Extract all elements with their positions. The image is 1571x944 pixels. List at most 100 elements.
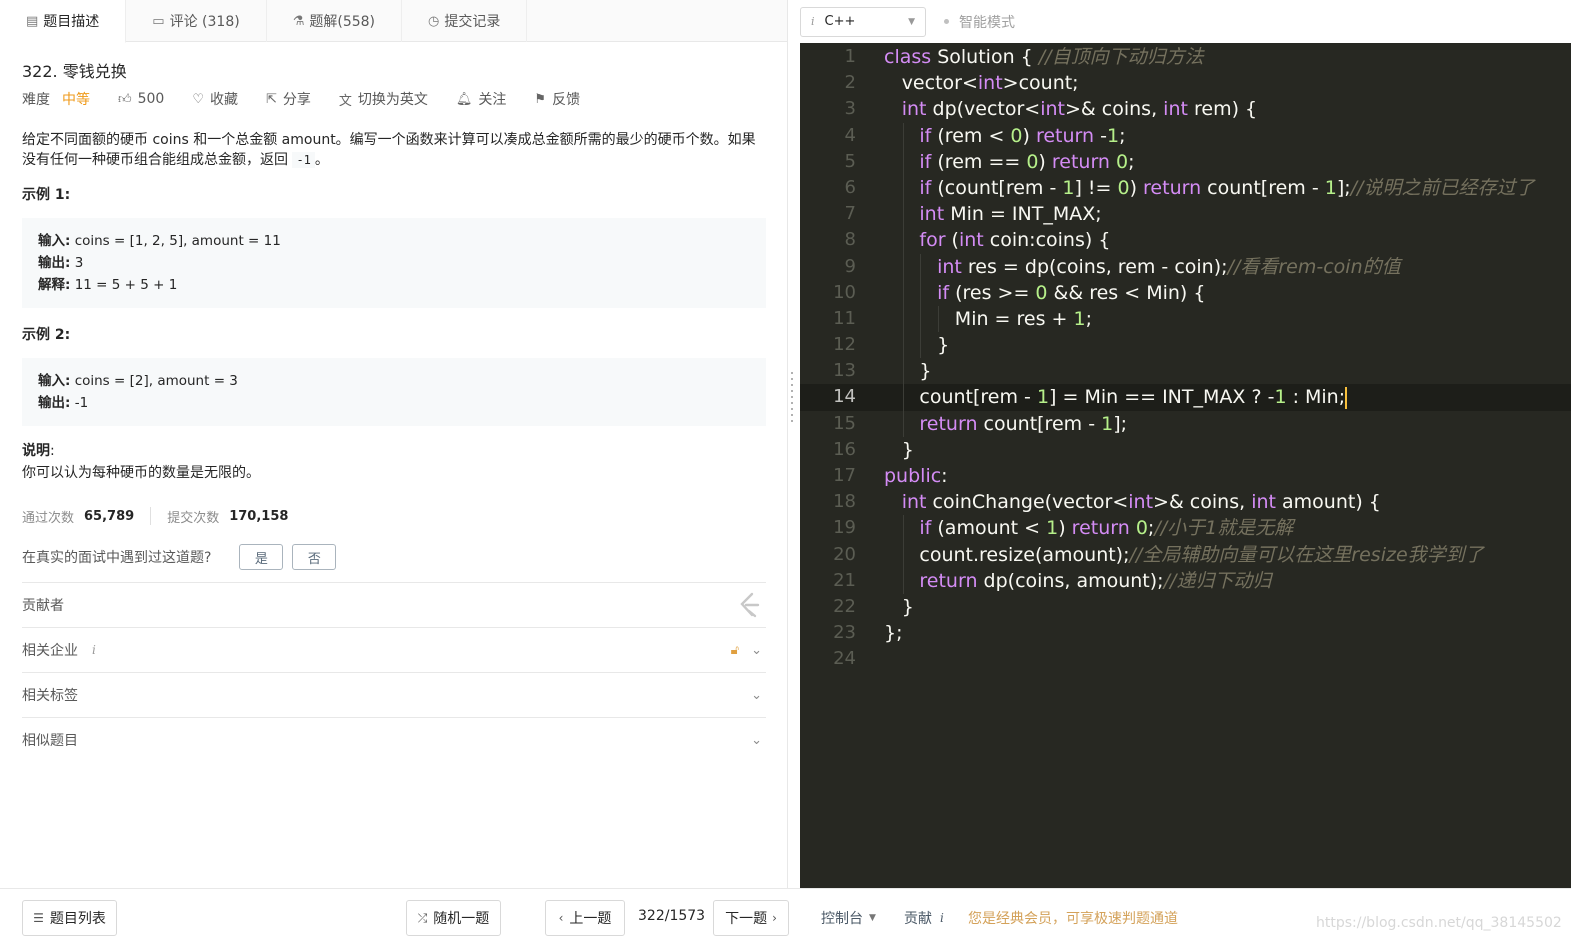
code-text: if (rem < 0) return -1; xyxy=(919,123,1125,149)
code-line[interactable]: 11 Min = res + 1; xyxy=(800,305,1571,333)
code-line[interactable]: 1 class Solution { //自顶向下动归方法 xyxy=(800,44,1571,70)
code-text: int res = dp(coins, rem - coin);//看看rem-… xyxy=(937,254,1401,280)
indent-guide xyxy=(902,201,904,228)
problem-index: 322/1573 xyxy=(638,908,706,924)
problem-list-button[interactable]: ☰ 题目列表 xyxy=(22,900,117,936)
code-line[interactable]: 14 count[rem - 1] = Min == INT_MAX ? -1 :… xyxy=(800,384,1571,411)
code-text: if (rem == 0) return 0; xyxy=(919,149,1134,175)
note-text: 你可以认为每种硬币的数量是无限的。 xyxy=(22,465,260,481)
line-number: 21 xyxy=(833,569,856,591)
code-token: int xyxy=(901,98,927,121)
prev-problem-button[interactable]: ‹ 上一题 xyxy=(545,900,625,936)
code-token: (rem == xyxy=(931,150,1027,173)
example-output: -1 xyxy=(70,395,89,411)
code-line[interactable]: 4 if (rem < 0) return -1; xyxy=(800,122,1571,149)
interview-seen-prompt: 在真实的面试中遇到过这道题? 是 否 xyxy=(22,544,765,570)
pane-resize-handle[interactable] xyxy=(791,372,794,422)
code-line[interactable]: 22} xyxy=(800,594,1571,620)
smart-mode-toggle[interactable]: 智能模式 xyxy=(944,12,1015,32)
feedback-button[interactable]: ⚑ 反馈 xyxy=(534,89,580,109)
leetcode-logo-icon xyxy=(736,591,766,619)
code-line[interactable]: 15 return count[rem - 1]; xyxy=(800,410,1571,437)
code-token: int xyxy=(1040,98,1066,121)
submitted-count: 170,158 xyxy=(229,508,289,524)
code-line[interactable]: 18 int coinChange(vector<int>& coins, int… xyxy=(800,489,1571,515)
code-token: if xyxy=(937,281,950,304)
switch-language-button[interactable]: 文 切换为英文 xyxy=(339,89,428,109)
code-line[interactable]: 20 count.resize(amount);//全局辅助向量可以在这里resi… xyxy=(800,541,1571,568)
example-explain: 11 = 5 + 5 + 1 xyxy=(70,277,178,293)
code-text: vector<int>count; xyxy=(902,70,1079,96)
line-number: 15 xyxy=(833,412,856,434)
code-token: int xyxy=(977,72,1003,95)
contributors-section[interactable]: 贡献者 xyxy=(22,582,766,627)
code-token: dp(coins, amount); xyxy=(977,569,1164,592)
input-label: 输入: xyxy=(38,233,71,249)
example-input: coins = [2], amount = 3 xyxy=(70,373,238,389)
code-line[interactable]: 23}; xyxy=(800,620,1571,646)
indent-guide xyxy=(902,122,904,149)
code-line[interactable]: 6 if (count[rem - 1] != 0) return count[r… xyxy=(800,174,1571,202)
similar-section[interactable]: 相似题目 ⌄ xyxy=(22,717,766,762)
code-line[interactable]: 2 vector<int>count; xyxy=(800,70,1571,96)
code-line[interactable]: 10 if (res >= 0 && res < Min) { xyxy=(800,279,1571,306)
code-token: int xyxy=(901,491,927,514)
code-editor[interactable]: 1 class Solution { //自顶向下动归方法 2 vector<int>… xyxy=(800,43,1571,888)
code-line[interactable]: 7 int Min = INT_MAX; xyxy=(800,201,1571,228)
line-number: 4 xyxy=(844,124,856,146)
code-token: //递归下动归 xyxy=(1163,569,1272,592)
contributors-label: 贡献者 xyxy=(22,598,64,614)
code-line[interactable]: 19 if (amount < 1) return 0;//小于1就是无解 xyxy=(800,515,1571,542)
tab-submissions[interactable]: ◷ 提交记录 xyxy=(402,0,528,42)
tab-comments[interactable]: ▭ 评论 (318) xyxy=(126,0,267,42)
like-button[interactable]: 👍︎ 500 xyxy=(118,91,164,107)
no-button[interactable]: 否 xyxy=(292,544,337,570)
code-text: int coinChange(vector<int>& coins, int a… xyxy=(902,489,1381,515)
yes-button[interactable]: 是 xyxy=(239,544,284,570)
code-line[interactable]: 21 return dp(coins, amount);//递归下动归 xyxy=(800,567,1571,594)
share-button[interactable]: ⇱ 分享 xyxy=(266,89,311,109)
code-line[interactable]: 8 for (int coin:coins) { xyxy=(800,227,1571,254)
code-token: ) xyxy=(1022,124,1036,147)
code-token: ; xyxy=(1128,150,1135,173)
code-token: 1 xyxy=(1046,517,1059,540)
input-label: 输入: xyxy=(38,373,71,389)
companies-section[interactable]: 相关企业 i 🔓︎ ⌄ xyxy=(22,627,766,672)
follow-button[interactable]: 🔔︎ 关注 xyxy=(456,89,507,109)
code-line[interactable]: 24 xyxy=(800,646,1571,672)
code-text: } xyxy=(919,358,931,384)
similar-label: 相似题目 xyxy=(22,733,78,749)
language-select[interactable]: i C++ ▼ xyxy=(800,6,926,37)
code-line[interactable]: 5 if (rem == 0) return 0; xyxy=(800,148,1571,175)
tab-solutions[interactable]: ⚗ 题解(558) xyxy=(267,0,403,42)
line-number: 17 xyxy=(833,465,856,486)
tags-section[interactable]: 相关标签 ⌄ xyxy=(22,672,766,717)
favorite-button[interactable]: ♡ 收藏 xyxy=(192,89,238,109)
code-token: coinChange(vector< xyxy=(926,491,1129,514)
output-label: 输出: xyxy=(38,255,71,271)
code-token: ) xyxy=(1038,150,1052,173)
code-token: int xyxy=(937,255,962,278)
indent-guide xyxy=(902,174,904,202)
editor-toolbar: i C++ ▼ 智能模式 xyxy=(800,0,1571,43)
prev-label: 上一题 xyxy=(569,911,612,927)
code-line[interactable]: 13} xyxy=(800,358,1571,385)
code-token: 1 xyxy=(1324,176,1337,199)
caret-down-icon: ▼ xyxy=(869,913,876,923)
code-line[interactable]: 17 public: xyxy=(800,463,1571,489)
tab-description[interactable]: ▤ 题目描述 xyxy=(0,0,127,43)
code-token: count.resize(amount); xyxy=(919,543,1130,566)
problem-statement: 给定不同面额的硬币 coins 和一个总金额 amount。编写一个函数来计算可… xyxy=(22,130,766,170)
next-problem-button[interactable]: 下一题 › xyxy=(713,900,789,936)
code-token: && res < Min) { xyxy=(1047,281,1206,304)
difficulty-badge: 中等 xyxy=(62,92,90,108)
comment-icon: ▭ xyxy=(152,13,165,29)
code-line[interactable]: 16} xyxy=(800,437,1571,463)
code-line[interactable]: 3 int dp(vector<int>& coins, int rem) { xyxy=(800,96,1571,122)
code-line[interactable]: 9 int res = dp(coins, rem - coin);//看看rem… xyxy=(800,253,1571,280)
console-button[interactable]: 控制台 ▼ xyxy=(821,908,876,928)
code-token: //看看rem-coin的值 xyxy=(1227,255,1401,278)
random-problem-button[interactable]: ⤮ 随机一题 xyxy=(406,900,501,936)
contribute-button[interactable]: 贡献 i xyxy=(904,908,944,928)
code-line[interactable]: 12} xyxy=(800,332,1571,359)
